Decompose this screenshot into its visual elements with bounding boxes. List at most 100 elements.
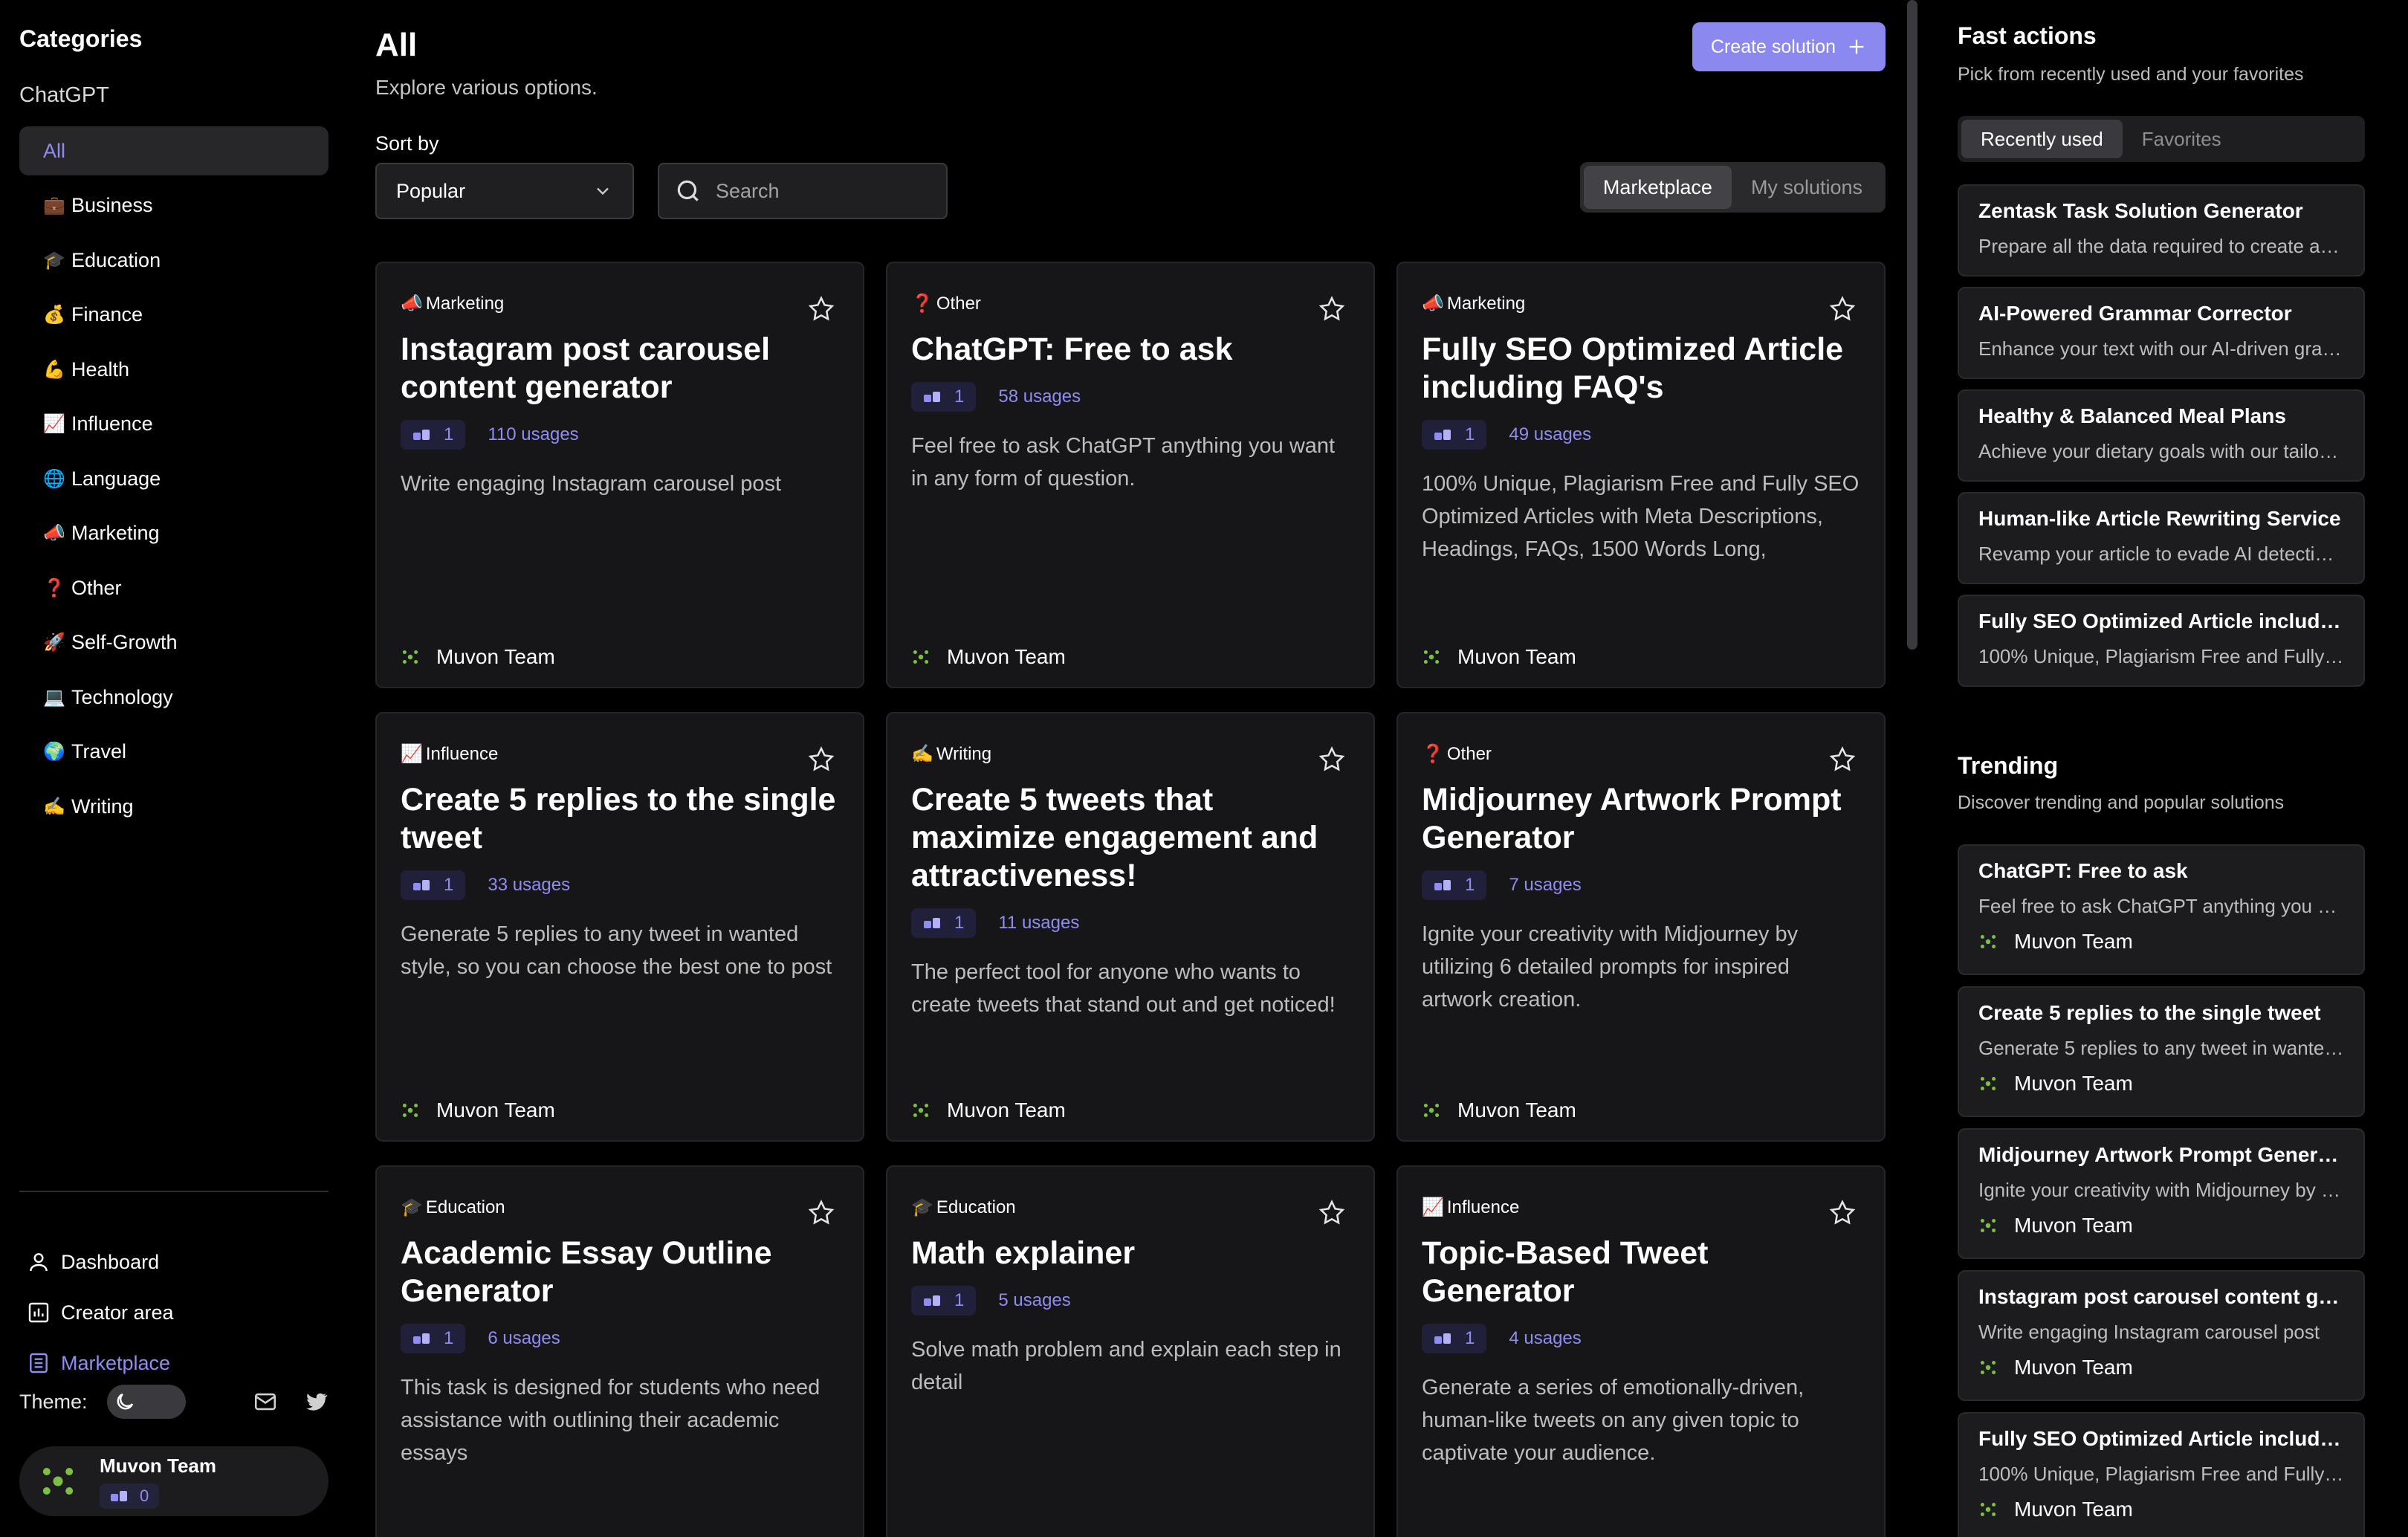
star-icon[interactable] [1828, 294, 1857, 324]
user-card[interactable]: Muvon Team 0 [19, 1446, 328, 1516]
category-label: Language [71, 467, 161, 490]
token-badge: 1 [911, 1286, 977, 1316]
solution-card[interactable]: 📈 Influence Topic-Based Tweet Generator 1 4 … [1396, 1165, 1886, 1537]
tab-my-solutions[interactable]: My solutions [1732, 166, 1882, 209]
token-count: 1 [1465, 424, 1475, 444]
trending-desc: Generate 5 replies to any tweet in wante… [1978, 1037, 2344, 1059]
nav-marketplace[interactable]: Marketplace [27, 1338, 174, 1388]
category-item-all[interactable]: All [19, 126, 328, 175]
token-count: 1 [954, 1290, 965, 1310]
laptop-icon: 💻 [43, 687, 65, 708]
usage-count: 49 usages [1509, 424, 1592, 444]
category-item-finance[interactable]: 💰 Finance [19, 291, 328, 340]
category-list: All 💼 Business 🎓 Education 💰 Finance 💪 H… [19, 126, 328, 837]
card-meta: 1 49 usages [1422, 420, 1860, 450]
view-toggle: Marketplace My solutions [1579, 162, 1886, 213]
star-icon[interactable] [806, 294, 836, 324]
usage-count: 6 usages [488, 1328, 560, 1348]
question-mark-icon: ❓ [1422, 744, 1444, 764]
muvon-logo-icon [913, 1104, 929, 1117]
user-info: Muvon Team 0 [100, 1455, 216, 1509]
card-category: 🎓 Education [401, 1197, 839, 1218]
card-title: Instagram post carousel content generato… [401, 331, 771, 405]
bar-chart-icon [28, 1302, 49, 1323]
card-category-label: Marketing [1446, 293, 1526, 314]
star-icon[interactable] [1317, 1198, 1347, 1228]
solution-card[interactable]: ❓ Other ChatGPT: Free to ask 1 58 usages Feel… [886, 262, 1375, 688]
trending-item[interactable]: Midjourney Artwork Prompt Generator Ignit… [1958, 1128, 2365, 1259]
fast-action-item[interactable]: Fully SEO Optimized Article including FA… [1958, 595, 2365, 687]
main-scrollbar[interactable] [1907, 0, 1917, 650]
nav-creator-area[interactable]: Creator area [27, 1287, 174, 1338]
category-item-self-growth[interactable]: 🚀 Self-Growth [19, 618, 328, 667]
trending-desc: 100% Unique, Plagiarism Free and Fully S… [1978, 1463, 2344, 1485]
token-icon [924, 918, 940, 928]
trending-list: ChatGPT: Free to ask Feel free to ask Cha… [1958, 844, 2365, 1537]
card-meta: 1 6 usages [401, 1324, 839, 1353]
flexed-bicep-icon: 💪 [43, 359, 65, 380]
solution-card[interactable]: 🎓 Education Math explainer 1 5 usages Solve m… [886, 1165, 1375, 1537]
fast-action-item[interactable]: Healthy & Balanced Meal Plans Achieve you… [1958, 389, 2365, 482]
search-input[interactable] [716, 179, 924, 203]
create-solution-button[interactable]: Create solution [1692, 22, 1886, 71]
fast-action-item[interactable]: Human-like Article Rewriting Service Reva… [1958, 492, 2365, 584]
star-icon[interactable] [1317, 294, 1347, 324]
tab-favorites[interactable]: Favorites [2123, 120, 2241, 158]
author-name: Muvon Team [1457, 1098, 1576, 1122]
solution-card[interactable]: 📣 Marketing Instagram post carousel conten… [375, 262, 864, 688]
trending-author: Muvon Team [1978, 930, 2344, 954]
star-icon[interactable] [1828, 1198, 1857, 1228]
trending-item[interactable]: Fully SEO Optimized Article including FA… [1958, 1412, 2365, 1537]
theme-toggle[interactable] [106, 1385, 186, 1419]
solution-card[interactable]: 📈 Influence Create 5 replies to the single… [375, 712, 864, 1142]
tab-marketplace[interactable]: Marketplace [1583, 166, 1732, 209]
nav-dashboard[interactable]: Dashboard [27, 1237, 174, 1287]
category-item-influence[interactable]: 📈 Influence [19, 400, 328, 449]
card-title: Topic-Based Tweet Generator [1422, 1235, 1709, 1309]
card-description: Solve math problem and explain each step… [911, 1338, 1341, 1394]
author-name: Muvon Team [2014, 1214, 2133, 1237]
card-description: Ignite your creativity with Midjourney b… [1422, 922, 1799, 1012]
star-icon[interactable] [1317, 745, 1347, 774]
category-item-health[interactable]: 💪 Health [19, 345, 328, 394]
solution-card[interactable]: 📣 Marketing Fully SEO Optimized Article in… [1396, 262, 1886, 688]
tab-recently-used[interactable]: Recently used [1961, 120, 2123, 158]
solution-card[interactable]: ❓ Other Midjourney Artwork Prompt Generato… [1396, 712, 1886, 1142]
mail-icon[interactable] [253, 1389, 278, 1414]
category-item-business[interactable]: 💼 Business [19, 181, 328, 230]
category-item-travel[interactable]: 🌍 Travel [19, 728, 328, 777]
usage-count: 33 usages [488, 875, 571, 895]
sort-value: Popular [396, 179, 466, 202]
trending-author: Muvon Team [1978, 1072, 2344, 1096]
usage-count: 5 usages [998, 1290, 1071, 1310]
category-item-language[interactable]: 🌐 Language [19, 454, 328, 503]
category-item-education[interactable]: 🎓 Education [19, 236, 328, 285]
card-category: 📈 Influence [1422, 1197, 1860, 1218]
category-item-writing[interactable]: ✍️ Writing [19, 782, 328, 831]
category-item-technology[interactable]: 💻 Technology [19, 673, 328, 722]
card-category-label: Writing [936, 743, 992, 764]
card-title: Create 5 replies to the single tweet [401, 782, 836, 855]
fast-action-item[interactable]: AI-Powered Grammar Corrector Enhance your… [1958, 287, 2365, 379]
fast-action-desc: Revamp your article to evade AI detectio… [1978, 543, 2344, 565]
card-description: 100% Unique, Plagiarism Free and Fully S… [1422, 472, 1860, 561]
category-item-marketing[interactable]: 📣 Marketing [19, 509, 328, 558]
star-icon[interactable] [1828, 745, 1857, 774]
twitter-icon[interactable] [303, 1389, 328, 1414]
fast-action-item[interactable]: Zentask Task Solution Generator Prepare a… [1958, 184, 2365, 276]
token-count: 1 [444, 875, 454, 895]
solution-card[interactable]: 🎓 Education Academic Essay Outline Generat… [375, 1165, 864, 1537]
trending-item[interactable]: Create 5 replies to the single tweet Gene… [1958, 986, 2365, 1117]
trending-author: Muvon Team [1978, 1498, 2344, 1521]
trending-item[interactable]: ChatGPT: Free to ask Feel free to ask Cha… [1958, 844, 2365, 975]
star-icon[interactable] [806, 745, 836, 774]
nav-label: Marketplace [61, 1351, 171, 1374]
fast-action-desc: Prepare all the data required to create … [1978, 235, 2344, 257]
star-icon[interactable] [806, 1198, 836, 1228]
trending-subtitle: Discover trending and popular solutions [1958, 792, 2285, 813]
solution-card[interactable]: ✍️ Writing Create 5 tweets that maximize e… [886, 712, 1375, 1142]
sort-select[interactable]: Popular [375, 163, 634, 219]
trending-item[interactable]: Instagram post carousel content generato… [1958, 1270, 2365, 1401]
nav-label: Dashboard [61, 1250, 160, 1273]
category-item-other[interactable]: ❓ Other [19, 563, 328, 612]
